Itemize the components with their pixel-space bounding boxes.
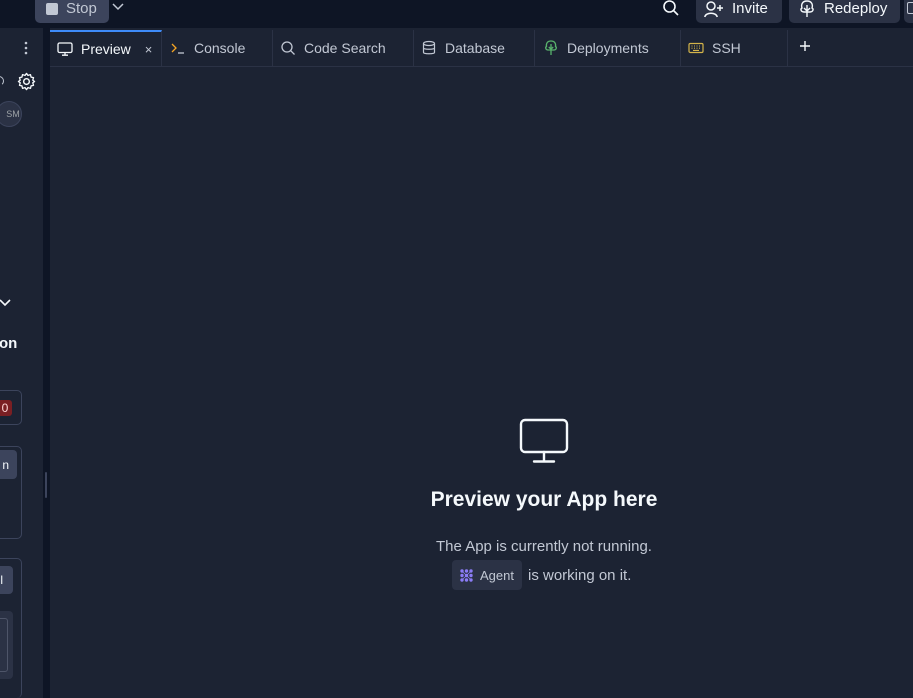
tab-label: Code Search: [304, 40, 386, 56]
deploy-icon: [545, 40, 557, 55]
tab-label: Database: [445, 40, 505, 56]
add-tab-icon[interactable]: [798, 39, 812, 53]
tab-console[interactable]: Console: [162, 30, 273, 66]
redeploy-label: Redeploy: [824, 0, 888, 17]
panel-card-input[interactable]: [0, 611, 13, 679]
tab-label: SSH: [712, 40, 741, 56]
top-bar: Stop Invite Redeploy: [0, 0, 913, 28]
status-badge: 0: [0, 400, 12, 416]
stop-button[interactable]: Stop: [35, 0, 109, 23]
invite-label: Invite: [732, 0, 768, 17]
preview-pane: Preview your App here The App is current…: [50, 67, 913, 698]
invite-button[interactable]: Invite: [696, 0, 782, 23]
stop-label: Stop: [66, 0, 97, 17]
search-icon: [281, 41, 295, 55]
tab-ssh[interactable]: SSH: [681, 30, 788, 66]
avatar-initials: SM: [6, 109, 20, 119]
agent-icon: [460, 568, 473, 582]
close-icon[interactable]: ×: [145, 42, 153, 57]
more-options-icon[interactable]: [20, 40, 32, 56]
panel-icon: [907, 2, 913, 14]
add-user-icon: [704, 0, 723, 17]
agent-button[interactable]: Agent: [452, 560, 522, 590]
monitor-icon: [57, 42, 73, 56]
panel-card-button[interactable]: n: [0, 450, 17, 479]
preview-subtitle: The App is currently not running.: [436, 538, 652, 555]
stop-icon: [46, 2, 58, 15]
tab-bar: Preview × Console Code Search Database D…: [50, 30, 913, 67]
preview-title: Preview your App here: [430, 488, 658, 511]
chevron-down-icon[interactable]: [110, 0, 126, 14]
search-icon[interactable]: [662, 0, 680, 17]
gear-icon[interactable]: [17, 72, 36, 91]
tab-deployments[interactable]: Deployments: [535, 30, 681, 66]
deploy-icon: [800, 0, 814, 17]
terminal-icon: [171, 43, 184, 54]
agent-label: Agent: [480, 567, 514, 583]
agent-status: Agent is working on it.: [452, 560, 631, 590]
panel-card-button[interactable]: l: [0, 566, 13, 594]
database-icon: [422, 40, 436, 55]
tab-database[interactable]: Database: [414, 30, 535, 66]
tab-code-search[interactable]: Code Search: [273, 30, 414, 66]
keyboard-icon: [688, 42, 704, 54]
redeploy-button[interactable]: Redeploy: [789, 0, 900, 23]
resize-handle[interactable]: [45, 472, 47, 498]
panel-card-button-label: n: [2, 457, 9, 472]
chevron-down-icon[interactable]: [0, 297, 12, 309]
tab-label: Preview: [81, 41, 131, 57]
panel-heading: on: [0, 335, 18, 352]
agent-status-text: is working on it.: [527, 566, 632, 584]
tab-label: Deployments: [567, 40, 649, 56]
monitor-icon: [519, 418, 569, 463]
status-row[interactable]: 0: [0, 390, 22, 425]
panel-divider: [43, 28, 50, 698]
extra-action-button[interactable]: [904, 0, 913, 23]
tab-preview[interactable]: Preview ×: [50, 30, 162, 66]
tab-label: Console: [194, 40, 246, 56]
workspace: Stop Invite Redeploy SM on 0 n l Preview…: [0, 0, 913, 698]
panel-card-button-label: l: [0, 573, 3, 587]
